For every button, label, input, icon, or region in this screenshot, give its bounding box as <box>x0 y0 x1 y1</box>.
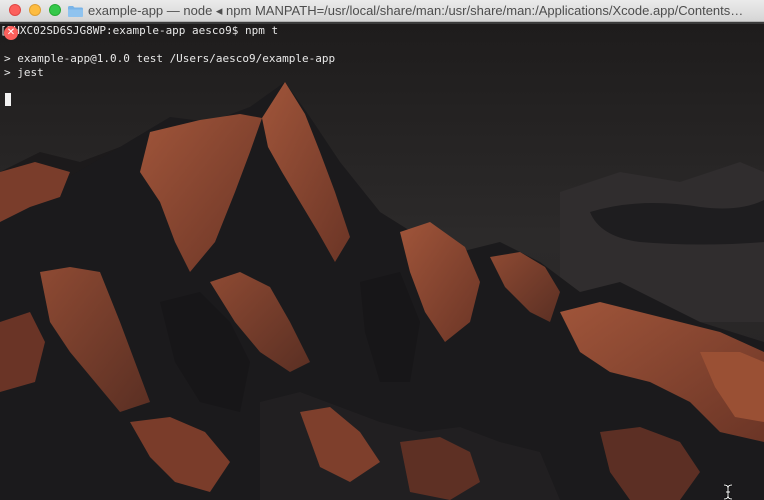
shell-prompt-line: [PHXC02SD6SJG8WP:example-app aesco9$ npm… <box>0 24 279 37</box>
folder-icon <box>68 5 83 17</box>
close-tab-icon[interactable]: ✕ <box>4 26 18 40</box>
window-title-text: example-app — node ◂ npm MANPATH=/usr/lo… <box>88 3 744 18</box>
window-title: example-app — node ◂ npm MANPATH=/usr/lo… <box>68 2 758 20</box>
text-cursor <box>5 93 11 106</box>
output-line: > example-app@1.0.0 test /Users/aesco9/e… <box>4 52 336 65</box>
terminal-window: example-app — node ◂ npm MANPATH=/usr/lo… <box>0 0 764 500</box>
output-line: > jest <box>4 66 44 79</box>
minimize-window-button[interactable] <box>29 4 41 16</box>
close-window-button[interactable] <box>9 4 21 16</box>
title-bar: example-app — node ◂ npm MANPATH=/usr/lo… <box>0 0 764 22</box>
ibeam-cursor-icon <box>723 484 733 500</box>
terminal-content[interactable]: [PHXC02SD6SJG8WP:example-app aesco9$ npm… <box>0 23 764 500</box>
zoom-window-button[interactable] <box>49 4 61 16</box>
